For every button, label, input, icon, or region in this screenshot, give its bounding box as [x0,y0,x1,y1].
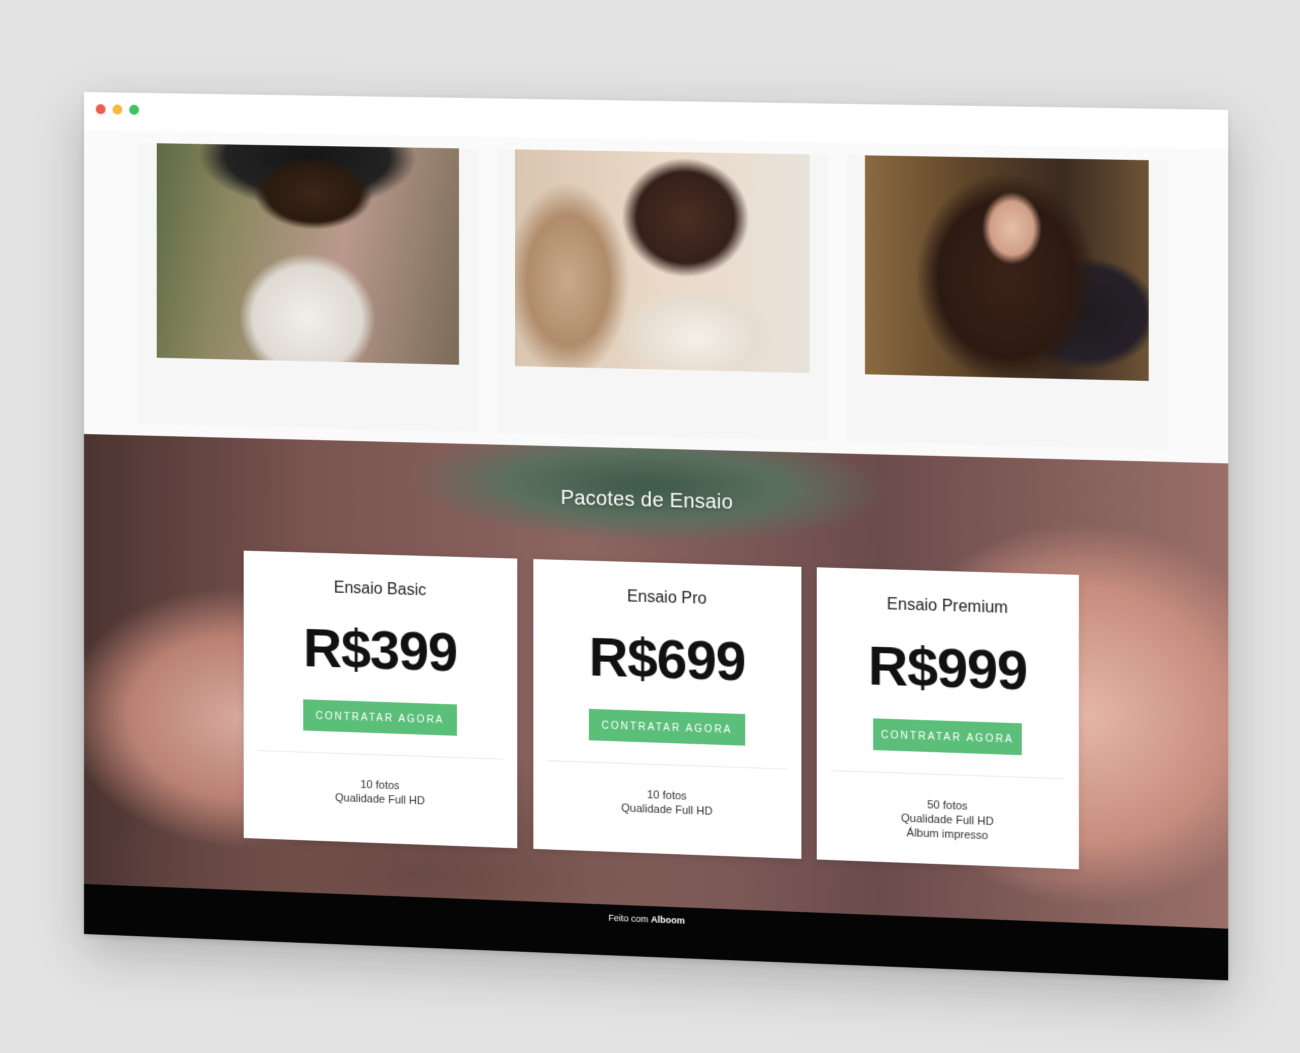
packages-section: Pacotes de Ensaio Ensaio Basic R$399 CON… [84,434,1229,929]
photo-gallery [84,130,1229,464]
plan-name: Ensaio Pro [627,588,707,608]
footer-brand-link[interactable]: Alboom [651,914,685,926]
pricing-card-premium: Ensaio Premium R$999 CONTRATAR AGORA 50 … [816,567,1079,870]
mockup-stage: Pacotes de Ensaio Ensaio Basic R$399 CON… [0,0,1300,1053]
close-window-button[interactable] [95,104,106,115]
gallery-card[interactable] [139,142,478,432]
portrait-photo[interactable] [864,155,1149,381]
plan-price: R$999 [867,635,1028,702]
plan-features: 10 fotos Qualidade Full HD [244,774,518,812]
plan-features: 10 fotos Qualidade Full HD [533,784,801,822]
browser-window: Pacotes de Ensaio Ensaio Basic R$399 CON… [84,92,1229,981]
divider [831,770,1065,780]
plan-price: R$699 [588,626,746,693]
plan-name: Ensaio Premium [886,595,1008,618]
hire-now-button[interactable]: CONTRATAR AGORA [303,699,457,736]
plan-features: 50 fotos Qualidade Full HD Álbum impress… [817,794,1079,847]
section-title: Pacotes de Ensaio [560,486,734,514]
maximize-window-button[interactable] [129,104,140,115]
divider [547,760,788,770]
minimize-window-button[interactable] [112,104,123,115]
footer-text: Feito com [608,912,649,925]
gallery-card[interactable] [497,149,829,441]
plan-price: R$399 [303,617,458,684]
pricing-card-pro: Ensaio Pro R$699 CONTRATAR AGORA 10 foto… [533,559,802,859]
hire-now-button[interactable]: CONTRATAR AGORA [588,708,746,746]
hire-now-button[interactable]: CONTRATAR AGORA [873,718,1022,756]
plan-name: Ensaio Basic [333,579,427,600]
portrait-photo[interactable] [156,143,459,365]
gallery-card[interactable] [846,155,1168,450]
pricing-card-basic: Ensaio Basic R$399 CONTRATAR AGORA 10 fo… [243,550,518,849]
portrait-photo[interactable] [515,149,810,373]
divider [257,750,504,760]
